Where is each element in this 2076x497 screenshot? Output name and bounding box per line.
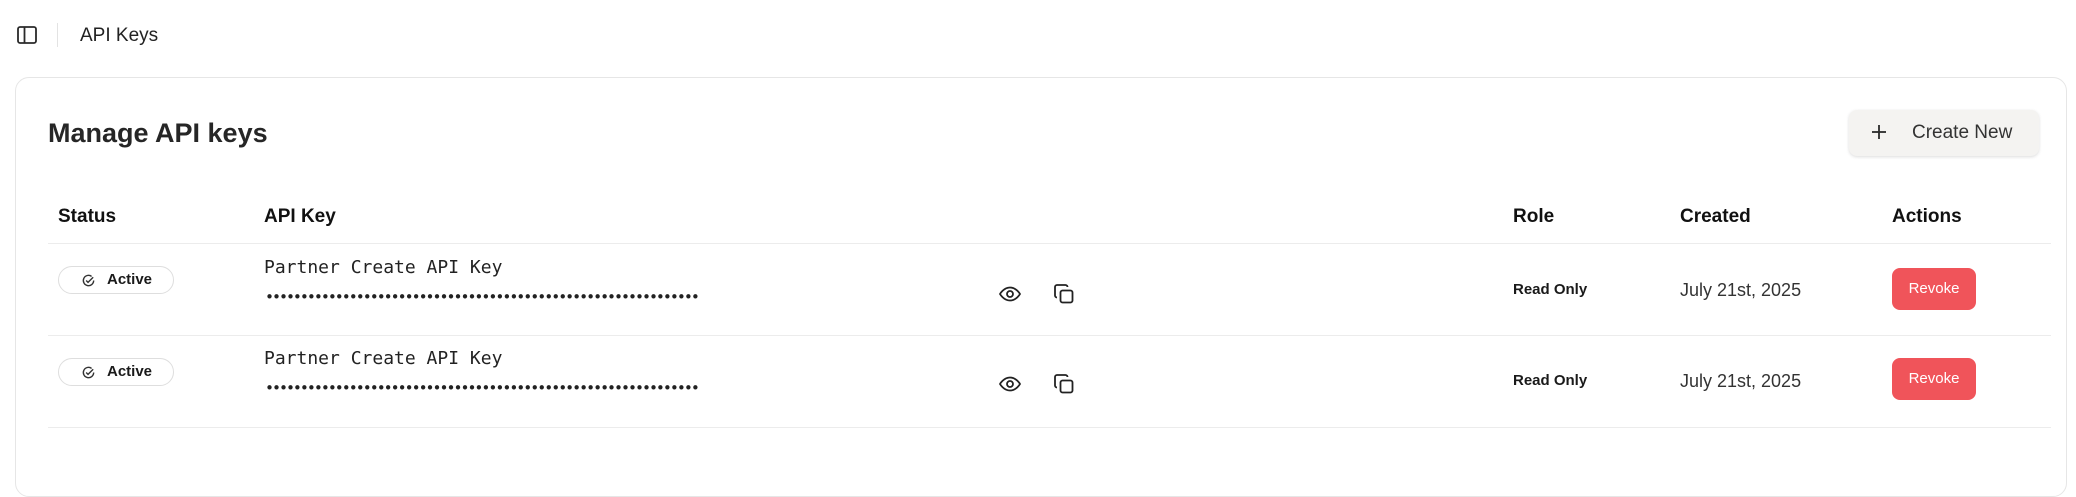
table-row: Active Partner Create API Key ••••••••••… bbox=[16, 336, 2068, 428]
plus-icon bbox=[1869, 122, 1889, 142]
table-row: Active Partner Create API Key ••••••••••… bbox=[16, 244, 2068, 336]
revoke-button[interactable]: Revoke bbox=[1892, 358, 1976, 400]
breadcrumb: API Keys bbox=[80, 25, 159, 46]
api-key-name: Partner Create API Key bbox=[264, 257, 503, 278]
page-title: Manage API keys bbox=[48, 118, 268, 148]
role-text: Read Only bbox=[1513, 372, 1588, 389]
topbar-divider bbox=[57, 23, 58, 47]
eye-icon[interactable] bbox=[998, 282, 1022, 306]
create-new-button[interactable]: Create New bbox=[1849, 110, 2039, 156]
column-header-role: Role bbox=[1513, 206, 1555, 227]
column-header-created: Created bbox=[1680, 206, 1751, 227]
top-bar: API Keys bbox=[0, 0, 2076, 70]
column-header-api-key: API Key bbox=[264, 206, 336, 227]
api-key-name: Partner Create API Key bbox=[264, 348, 503, 369]
status-badge: Active bbox=[58, 266, 174, 294]
table-divider bbox=[48, 427, 2051, 428]
api-key-masked: ••••••••••••••••••••••••••••••••••••••••… bbox=[265, 379, 700, 397]
column-header-status: Status bbox=[58, 206, 117, 227]
revoke-button[interactable]: Revoke bbox=[1892, 268, 1976, 310]
create-new-label: Create New bbox=[1912, 122, 2013, 143]
api-key-masked: ••••••••••••••••••••••••••••••••••••••••… bbox=[265, 288, 700, 306]
copy-icon[interactable] bbox=[1052, 372, 1076, 396]
check-circle-icon bbox=[81, 365, 96, 380]
role-text: Read Only bbox=[1513, 281, 1588, 298]
status-badge: Active bbox=[58, 358, 174, 386]
eye-icon[interactable] bbox=[998, 372, 1022, 396]
status-text: Active bbox=[107, 363, 153, 380]
check-circle-icon bbox=[81, 273, 96, 288]
column-header-actions: Actions bbox=[1892, 206, 1962, 227]
created-date: July 21st, 2025 bbox=[1680, 280, 1802, 300]
created-date: July 21st, 2025 bbox=[1680, 371, 1802, 391]
status-text: Active bbox=[107, 271, 153, 288]
sidebar-toggle-icon[interactable] bbox=[16, 24, 38, 46]
api-keys-card: Manage API keys Create New Status API Ke… bbox=[15, 77, 2067, 497]
copy-icon[interactable] bbox=[1052, 282, 1076, 306]
